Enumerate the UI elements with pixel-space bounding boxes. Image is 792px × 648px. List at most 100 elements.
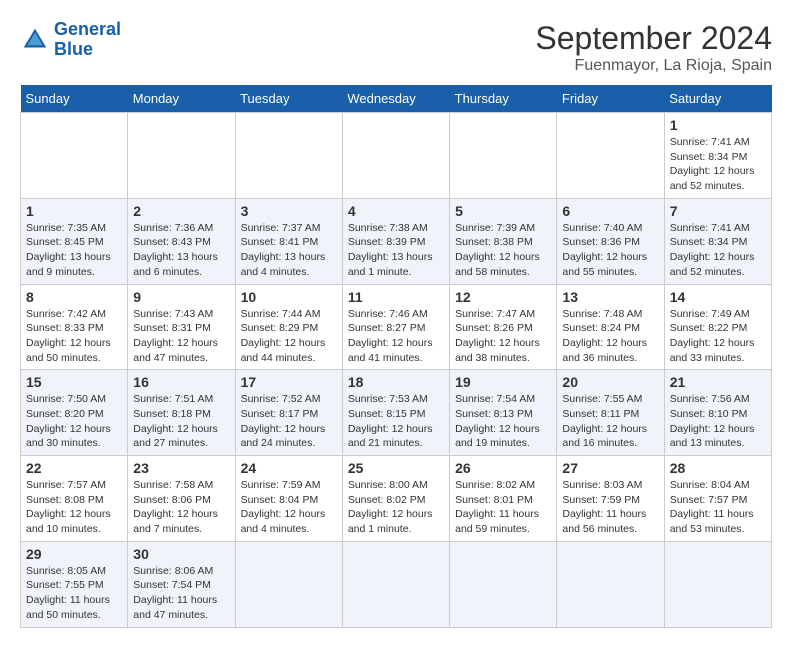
day-number: 5 xyxy=(455,203,551,219)
calendar-day-cell: 12 Sunrise: 7:47 AM Sunset: 8:26 PM Dayli… xyxy=(450,284,557,370)
day-number: 17 xyxy=(241,374,337,390)
calendar-week-row: 22Sunrise: 7:57 AM Sunset: 8:08 PM Dayli… xyxy=(21,456,772,542)
day-number: 22 xyxy=(26,460,122,476)
day-number: 15 xyxy=(26,374,122,390)
day-number: 14 xyxy=(670,289,766,305)
calendar-week-row: 29 Sunrise: 8:05 AM Sunset: 7:55 PM Dayli… xyxy=(21,541,772,627)
day-number: 26 xyxy=(455,460,551,476)
calendar-day-cell: 25 Sunrise: 8:00 AM Sunset: 8:02 PM Dayli… xyxy=(342,456,449,542)
calendar-day-cell: 22Sunrise: 7:57 AM Sunset: 8:08 PM Dayli… xyxy=(21,456,128,542)
calendar-day-cell: 28 Sunrise: 8:04 AM Sunset: 7:57 PM Dayli… xyxy=(664,456,771,542)
page-subtitle: Fuenmayor, La Rioja, Spain xyxy=(535,57,772,75)
day-number: 25 xyxy=(348,460,444,476)
calendar-day-cell: 6Sunrise: 7:40 AM Sunset: 8:36 PM Daylig… xyxy=(557,198,664,284)
calendar-day-cell: 13 Sunrise: 7:48 AM Sunset: 8:24 PM Dayli… xyxy=(557,284,664,370)
calendar-day-cell: 7 Sunrise: 7:41 AM Sunset: 8:34 PM Daylig… xyxy=(664,198,771,284)
calendar-week-row: 1 Sunrise: 7:41 AM Sunset: 8:34 PM Daylig… xyxy=(21,113,772,199)
calendar-day-cell xyxy=(450,541,557,627)
calendar-day-cell: 10 Sunrise: 7:44 AM Sunset: 8:29 PM Dayli… xyxy=(235,284,342,370)
weekday-header: Wednesday xyxy=(342,85,449,113)
day-info: Sunrise: 7:42 AM Sunset: 8:33 PM Dayligh… xyxy=(26,307,122,366)
day-number: 29 xyxy=(26,546,122,562)
calendar-day-cell xyxy=(342,113,449,199)
day-number: 12 xyxy=(455,289,551,305)
day-info: Sunrise: 7:52 AM Sunset: 8:17 PM Dayligh… xyxy=(241,392,337,451)
day-number: 30 xyxy=(133,546,229,562)
day-info: Sunrise: 7:58 AM Sunset: 8:06 PM Dayligh… xyxy=(133,478,229,537)
title-block: September 2024 Fuenmayor, La Rioja, Spai… xyxy=(535,20,772,75)
calendar-day-cell: 29 Sunrise: 8:05 AM Sunset: 7:55 PM Dayli… xyxy=(21,541,128,627)
day-number: 27 xyxy=(562,460,658,476)
weekday-header: Sunday xyxy=(21,85,128,113)
calendar-day-cell: 2Sunrise: 7:36 AM Sunset: 8:43 PM Daylig… xyxy=(128,198,235,284)
day-info: Sunrise: 8:05 AM Sunset: 7:55 PM Dayligh… xyxy=(26,564,122,623)
day-info: Sunrise: 7:51 AM Sunset: 8:18 PM Dayligh… xyxy=(133,392,229,451)
calendar-day-cell: 30Sunrise: 8:06 AM Sunset: 7:54 PM Dayli… xyxy=(128,541,235,627)
weekday-header: Monday xyxy=(128,85,235,113)
logo-icon xyxy=(20,25,50,55)
calendar-day-cell: 27 Sunrise: 8:03 AM Sunset: 7:59 PM Dayli… xyxy=(557,456,664,542)
calendar-day-cell: 20Sunrise: 7:55 AM Sunset: 8:11 PM Dayli… xyxy=(557,370,664,456)
day-info: Sunrise: 7:50 AM Sunset: 8:20 PM Dayligh… xyxy=(26,392,122,451)
calendar-day-cell: 15 Sunrise: 7:50 AM Sunset: 8:20 PM Dayli… xyxy=(21,370,128,456)
calendar-day-cell: 26Sunrise: 8:02 AM Sunset: 8:01 PM Dayli… xyxy=(450,456,557,542)
calendar-week-row: 8 Sunrise: 7:42 AM Sunset: 8:33 PM Daylig… xyxy=(21,284,772,370)
day-info: Sunrise: 7:35 AM Sunset: 8:45 PM Dayligh… xyxy=(26,221,122,280)
day-number: 21 xyxy=(670,374,766,390)
day-number: 8 xyxy=(26,289,122,305)
calendar-day-cell: 23Sunrise: 7:58 AM Sunset: 8:06 PM Dayli… xyxy=(128,456,235,542)
day-info: Sunrise: 7:49 AM Sunset: 8:22 PM Dayligh… xyxy=(670,307,766,366)
weekday-header: Saturday xyxy=(664,85,771,113)
calendar-week-row: 15 Sunrise: 7:50 AM Sunset: 8:20 PM Dayli… xyxy=(21,370,772,456)
logo-text: General Blue xyxy=(54,20,121,60)
calendar-day-cell: 17 Sunrise: 7:52 AM Sunset: 8:17 PM Dayli… xyxy=(235,370,342,456)
day-info: Sunrise: 7:38 AM Sunset: 8:39 PM Dayligh… xyxy=(348,221,444,280)
calendar-day-cell: 19 Sunrise: 7:54 AM Sunset: 8:13 PM Dayli… xyxy=(450,370,557,456)
calendar-day-cell: 3Sunrise: 7:37 AM Sunset: 8:41 PM Daylig… xyxy=(235,198,342,284)
calendar-day-cell xyxy=(342,541,449,627)
day-number: 16 xyxy=(133,374,229,390)
day-info: Sunrise: 7:59 AM Sunset: 8:04 PM Dayligh… xyxy=(241,478,337,537)
calendar-day-cell: 21Sunrise: 7:56 AM Sunset: 8:10 PM Dayli… xyxy=(664,370,771,456)
calendar-day-cell: 16 Sunrise: 7:51 AM Sunset: 8:18 PM Dayli… xyxy=(128,370,235,456)
calendar-day-cell xyxy=(128,113,235,199)
calendar-day-cell xyxy=(557,113,664,199)
day-number: 1 xyxy=(670,117,766,133)
day-info: Sunrise: 7:48 AM Sunset: 8:24 PM Dayligh… xyxy=(562,307,658,366)
day-number: 28 xyxy=(670,460,766,476)
day-info: Sunrise: 7:41 AM Sunset: 8:34 PM Dayligh… xyxy=(670,221,766,280)
day-number: 7 xyxy=(670,203,766,219)
day-info: Sunrise: 7:41 AM Sunset: 8:34 PM Dayligh… xyxy=(670,135,766,194)
weekday-header: Friday xyxy=(557,85,664,113)
weekday-header-row: SundayMondayTuesdayWednesdayThursdayFrid… xyxy=(21,85,772,113)
logo-line2: Blue xyxy=(54,39,93,59)
day-number: 2 xyxy=(133,203,229,219)
day-number: 13 xyxy=(562,289,658,305)
day-number: 10 xyxy=(241,289,337,305)
day-info: Sunrise: 7:47 AM Sunset: 8:26 PM Dayligh… xyxy=(455,307,551,366)
day-info: Sunrise: 7:54 AM Sunset: 8:13 PM Dayligh… xyxy=(455,392,551,451)
calendar-day-cell xyxy=(235,541,342,627)
day-info: Sunrise: 8:00 AM Sunset: 8:02 PM Dayligh… xyxy=(348,478,444,537)
weekday-header: Thursday xyxy=(450,85,557,113)
calendar-week-row: 1Sunrise: 7:35 AM Sunset: 8:45 PM Daylig… xyxy=(21,198,772,284)
day-info: Sunrise: 7:39 AM Sunset: 8:38 PM Dayligh… xyxy=(455,221,551,280)
day-number: 24 xyxy=(241,460,337,476)
day-info: Sunrise: 7:37 AM Sunset: 8:41 PM Dayligh… xyxy=(241,221,337,280)
page-title: September 2024 xyxy=(535,20,772,57)
day-info: Sunrise: 7:44 AM Sunset: 8:29 PM Dayligh… xyxy=(241,307,337,366)
calendar-day-cell: 11 Sunrise: 7:46 AM Sunset: 8:27 PM Dayli… xyxy=(342,284,449,370)
day-number: 18 xyxy=(348,374,444,390)
calendar-day-cell xyxy=(21,113,128,199)
calendar-day-cell: 9Sunrise: 7:43 AM Sunset: 8:31 PM Daylig… xyxy=(128,284,235,370)
calendar-day-cell xyxy=(557,541,664,627)
page-header: General Blue September 2024 Fuenmayor, L… xyxy=(20,20,772,75)
day-info: Sunrise: 8:04 AM Sunset: 7:57 PM Dayligh… xyxy=(670,478,766,537)
day-info: Sunrise: 8:03 AM Sunset: 7:59 PM Dayligh… xyxy=(562,478,658,537)
calendar-day-cell xyxy=(235,113,342,199)
day-number: 11 xyxy=(348,289,444,305)
day-number: 19 xyxy=(455,374,551,390)
calendar-day-cell: 8 Sunrise: 7:42 AM Sunset: 8:33 PM Daylig… xyxy=(21,284,128,370)
calendar-table: SundayMondayTuesdayWednesdayThursdayFrid… xyxy=(20,85,772,628)
day-info: Sunrise: 7:46 AM Sunset: 8:27 PM Dayligh… xyxy=(348,307,444,366)
